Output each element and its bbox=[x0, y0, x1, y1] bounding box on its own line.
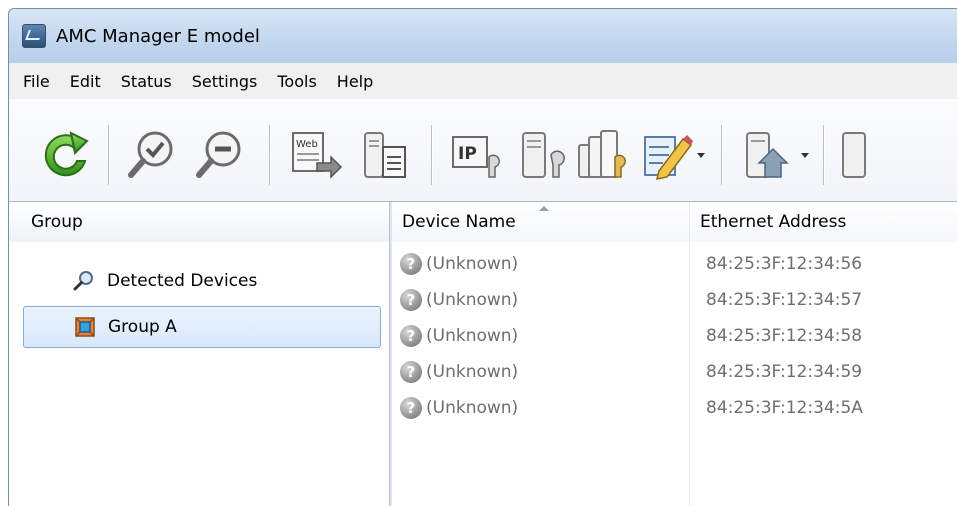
ethernet-address-cell: 84:25:3F:12:34:5A bbox=[706, 398, 863, 418]
web-icon[interactable]: Web bbox=[287, 127, 343, 183]
menu-settings[interactable]: Settings bbox=[182, 72, 268, 91]
group-item-detected-devices[interactable]: Detected Devices bbox=[23, 260, 381, 302]
device-name-cell: ? (Unknown) bbox=[400, 289, 518, 311]
device-list: ? (Unknown) 84:25:3F:12:34:56 ? (Unknown… bbox=[392, 242, 957, 506]
app-window: AMC Manager E model File Edit Status Set… bbox=[8, 8, 957, 506]
ip-settings-icon[interactable]: IP bbox=[449, 127, 505, 183]
refresh-icon[interactable] bbox=[37, 127, 93, 183]
column-header-label: Device Name bbox=[402, 212, 516, 232]
chevron-down-icon[interactable] bbox=[799, 149, 811, 161]
window-title: AMC Manager E model bbox=[56, 25, 260, 47]
app-icon bbox=[22, 24, 46, 48]
menu-file[interactable]: File bbox=[9, 72, 60, 91]
group-panel: Detected Devices Group A bbox=[9, 242, 389, 506]
device-document-icon[interactable] bbox=[357, 127, 413, 183]
column-divider bbox=[689, 202, 690, 506]
toolbar-separator bbox=[823, 125, 824, 185]
ip-icon-text: IP bbox=[458, 144, 477, 164]
toolbar-separator bbox=[108, 125, 109, 185]
device-name-cell: ? (Unknown) bbox=[400, 397, 518, 419]
title-bar: AMC Manager E model bbox=[9, 9, 957, 63]
table-row[interactable]: ? (Unknown) 84:25:3F:12:34:57 bbox=[392, 282, 957, 318]
device-upload-icon[interactable] bbox=[739, 127, 795, 183]
sort-ascending-icon bbox=[539, 206, 549, 211]
group-header-label: Group bbox=[31, 212, 83, 232]
menu-bar: File Edit Status Settings Tools Help bbox=[9, 63, 957, 100]
device-name: (Unknown) bbox=[426, 254, 519, 274]
menu-help[interactable]: Help bbox=[327, 72, 383, 91]
ethernet-address-cell: 84:25:3F:12:34:57 bbox=[706, 290, 863, 310]
table-row[interactable]: ? (Unknown) 84:25:3F:12:34:5A bbox=[392, 390, 957, 426]
search-icon bbox=[73, 271, 93, 291]
group-item-label: Group A bbox=[108, 317, 177, 337]
ethernet-address-cell: 84:25:3F:12:34:59 bbox=[706, 362, 863, 382]
toolbar: Web IP bbox=[9, 99, 957, 202]
device-name: (Unknown) bbox=[426, 398, 519, 418]
device-name-cell: ? (Unknown) bbox=[400, 361, 518, 383]
edit-pencil-icon[interactable] bbox=[639, 127, 695, 183]
device-name: (Unknown) bbox=[426, 290, 519, 310]
device-name-cell: ? (Unknown) bbox=[400, 253, 518, 275]
unknown-device-icon: ? bbox=[400, 289, 422, 311]
toolbar-separator bbox=[431, 125, 432, 185]
web-icon-text: Web bbox=[296, 139, 318, 150]
chevron-down-icon[interactable] bbox=[695, 149, 707, 161]
menu-edit[interactable]: Edit bbox=[60, 72, 111, 91]
toolbar-separator bbox=[269, 125, 270, 185]
device-icon[interactable] bbox=[835, 127, 891, 183]
column-header-label: Ethernet Address bbox=[700, 212, 847, 232]
table-row[interactable]: ? (Unknown) 84:25:3F:12:34:59 bbox=[392, 354, 957, 390]
search-minus-icon[interactable] bbox=[193, 127, 249, 183]
group-item-group-a[interactable]: Group A bbox=[23, 306, 381, 348]
ethernet-address-cell: 84:25:3F:12:34:56 bbox=[706, 254, 863, 274]
unknown-device-icon: ? bbox=[400, 253, 422, 275]
column-header-device-name[interactable]: Device Name bbox=[392, 202, 689, 243]
search-check-icon[interactable] bbox=[125, 127, 181, 183]
ethernet-address-cell: 84:25:3F:12:34:58 bbox=[706, 326, 863, 346]
column-header-ethernet-address[interactable]: Ethernet Address bbox=[690, 202, 957, 243]
device-settings-icon[interactable] bbox=[515, 127, 571, 183]
menu-tools[interactable]: Tools bbox=[267, 72, 326, 91]
device-name: (Unknown) bbox=[426, 362, 519, 382]
device-name: (Unknown) bbox=[426, 326, 519, 346]
toolbar-separator bbox=[721, 125, 722, 185]
menu-status[interactable]: Status bbox=[111, 72, 182, 91]
unknown-device-icon: ? bbox=[400, 397, 422, 419]
unknown-device-icon: ? bbox=[400, 325, 422, 347]
table-row[interactable]: ? (Unknown) 84:25:3F:12:34:58 bbox=[392, 318, 957, 354]
unknown-device-icon: ? bbox=[400, 361, 422, 383]
group-icon bbox=[75, 317, 95, 337]
group-item-label: Detected Devices bbox=[107, 271, 258, 291]
group-panel-header[interactable]: Group bbox=[9, 202, 389, 243]
multi-device-settings-icon[interactable] bbox=[575, 127, 631, 183]
table-row[interactable]: ? (Unknown) 84:25:3F:12:34:56 bbox=[392, 246, 957, 282]
device-name-cell: ? (Unknown) bbox=[400, 325, 518, 347]
